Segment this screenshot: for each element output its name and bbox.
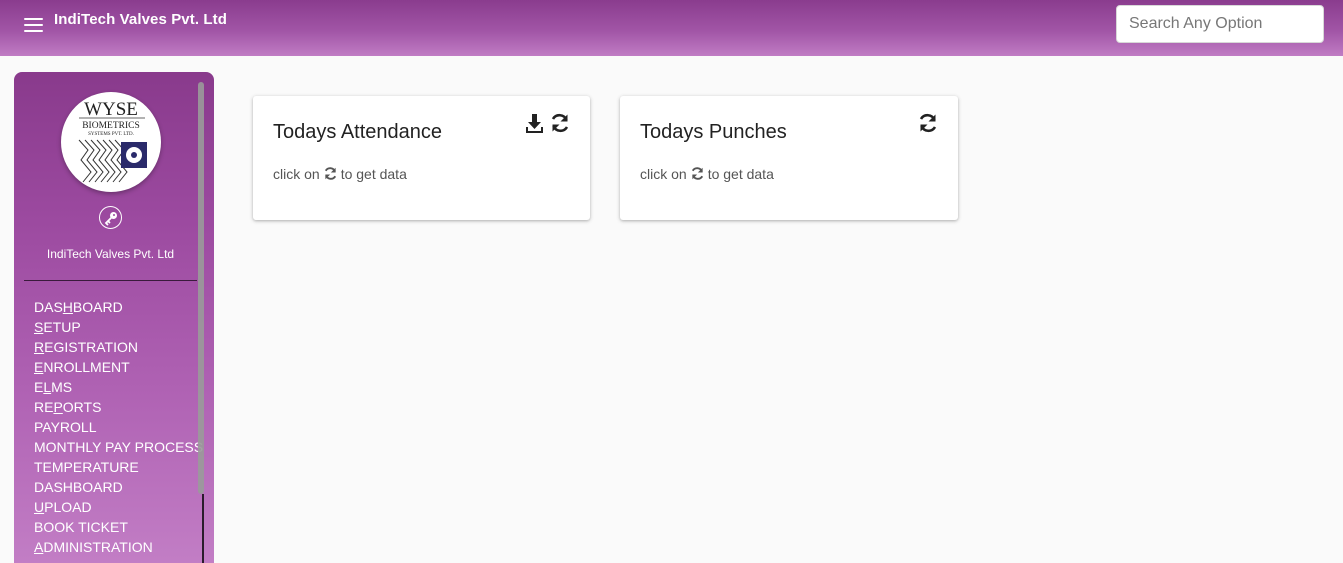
hamburger-menu-icon[interactable]: [24, 17, 44, 33]
menu-item-monthly-pay-process[interactable]: MONTHLY PAY PROCESS: [34, 437, 203, 457]
menu-item-elms[interactable]: ELMS: [34, 377, 203, 397]
menu-item-setup[interactable]: SETUP: [34, 317, 203, 337]
sidebar-menu: DASHBOARD SETUP REGISTRATION ENROLLMENT …: [34, 297, 203, 557]
sidebar-company-name: IndiTech Valves Pvt. Ltd: [46, 247, 175, 261]
search-input[interactable]: [1116, 5, 1324, 43]
menu-item-temperature-dashboard[interactable]: DASHBOARD: [34, 477, 203, 497]
menu-item-upload[interactable]: UPLOAD: [34, 497, 203, 517]
menu-item-book-ticket[interactable]: BOOK TICKET: [34, 517, 203, 537]
card-hint: click on to get data: [640, 166, 774, 184]
todays-punches-card: Todays Punches click on to get data: [620, 96, 958, 220]
svg-text:SYSTEMS PVT. LTD.: SYSTEMS PVT. LTD.: [88, 132, 134, 137]
todays-attendance-card: Todays Attendance click on to get data: [253, 96, 590, 220]
menu-item-dashboard[interactable]: DASHBOARD: [34, 297, 203, 317]
download-icon[interactable]: [524, 113, 546, 140]
sidebar-scrollbar-thumb[interactable]: [198, 82, 204, 494]
svg-text:WYSE: WYSE: [84, 99, 138, 120]
refresh-icon[interactable]: [549, 112, 571, 139]
menu-item-payroll[interactable]: PAYROLL: [34, 417, 203, 437]
refresh-icon[interactable]: [917, 112, 939, 139]
company-logo: WYSE BIOMETRICS SYSTEMS PVT. LTD.: [61, 92, 161, 192]
app-title: IndiTech Valves Pvt. Ltd: [54, 11, 228, 28]
menu-item-registration[interactable]: REGISTRATION: [34, 337, 203, 357]
menu-item-temperature[interactable]: TEMPERATURE: [34, 457, 203, 477]
menu-item-enrollment[interactable]: ENROLLMENT: [34, 357, 203, 377]
menu-item-administration[interactable]: ADMINISTRATION: [34, 537, 203, 557]
top-app-bar: IndiTech Valves Pvt. Ltd: [0, 0, 1343, 56]
sidebar: WYSE BIOMETRICS SYSTEMS PVT. LTD. IndiTe…: [14, 72, 214, 563]
change-password-key-icon[interactable]: [99, 206, 122, 229]
inline-refresh-icon: [323, 166, 338, 184]
card-title: Todays Attendance: [273, 121, 443, 143]
svg-text:BIOMETRICS: BIOMETRICS: [82, 121, 140, 131]
inline-refresh-icon: [690, 166, 705, 184]
menu-item-reports[interactable]: REPORTS: [34, 397, 203, 417]
wyse-logo-graphic: WYSE BIOMETRICS SYSTEMS PVT. LTD.: [78, 99, 147, 183]
card-hint: click on to get data: [273, 166, 407, 184]
card-title: Todays Punches: [640, 121, 787, 143]
sidebar-divider: [24, 280, 197, 281]
sidebar-scrollbar-track[interactable]: [202, 494, 204, 563]
